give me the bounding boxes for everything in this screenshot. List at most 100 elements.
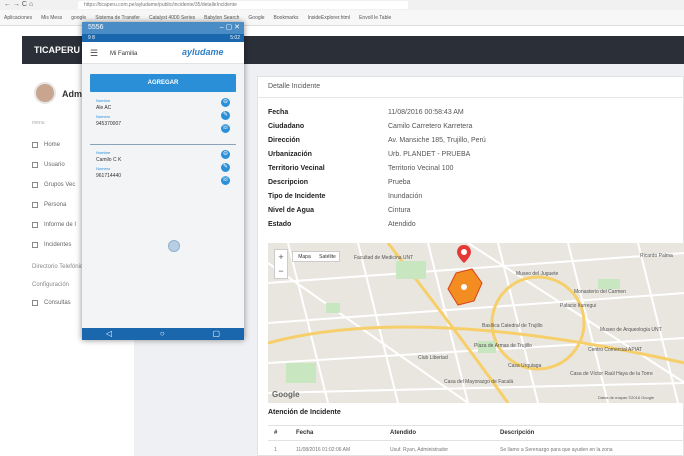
phone-app-title: Mi Familia [110,51,138,57]
map-type-map[interactable]: Mapa [293,252,316,261]
detail-label: Descripcion [268,179,309,186]
map-label: Palacio Iturregui [560,303,597,309]
phone-app-bar: ☰ Mi Familia ayludame [82,42,244,64]
sidebar-item-usuario[interactable]: Usuario [32,162,65,168]
phone-emulator-window[interactable]: 5556 – ▢ ✕ 9 8 5:02 ☰ Mi Familia ayludam… [82,22,244,340]
call-icon[interactable]: ☏ [221,124,230,133]
zoom-control[interactable]: + − [274,249,288,279]
bookmark-item[interactable]: InsideExplorer.html [308,15,351,21]
card-title: Detalle Incidente [268,83,321,90]
emulator-titlebar[interactable]: 5556 – ▢ ✕ [82,22,244,34]
bookmark-item[interactable]: Babylon Search [204,15,239,21]
emulator-title: 5556 [88,24,104,31]
field-value: 961714440 [96,173,122,179]
map-label: Monasterio del Carmen [574,289,626,295]
field-key: Nombre [96,150,111,155]
add-button[interactable]: AGREGAR [90,74,236,92]
sidebar-item-label: Usuario [44,162,65,168]
detail-row: Urbanización Urb. PLANDET - PRUEBA [268,151,678,163]
detail-value: Atendido [388,221,416,228]
touch-cursor-icon [168,240,180,252]
edit-icon[interactable]: ✎ [221,111,230,120]
folder-icon [32,300,38,306]
bookmark-item[interactable]: google [71,15,86,21]
detail-value: 11/08/2016 00:58:43 AM [388,109,464,116]
folder-icon [32,182,38,188]
bookmark-item[interactable]: Envoll le Table [359,15,391,21]
bookmark-item[interactable]: Sistema de Transfer [95,15,140,21]
detail-row: Territorio Vecinal Territorio Vecinal 100 [268,165,678,177]
bookmark-item[interactable]: Mis Mess [41,15,62,21]
hamburger-menu-icon[interactable]: ☰ [90,48,98,59]
list-item: Nombre Camilo C K Numero 961714440 ⊖ ✎ ☏ [90,150,236,196]
zoom-in-button[interactable]: + [275,250,287,264]
status-time: 5:02 [230,35,240,41]
edit-icon[interactable]: ✎ [221,163,230,172]
detail-value: Cintura [388,207,411,214]
table-cell: Se llamo a Serenazgo para que ayuden en … [500,447,613,453]
field-key: Nombre [96,98,111,103]
sidebar-item-persona[interactable]: Persona [32,202,66,208]
map-type-satellite[interactable]: Satélite [316,252,339,261]
column-header: # [274,430,278,436]
map-label: Basílica Catedral de Trujillo [482,323,543,329]
table-cell: 1 [274,447,277,453]
map-label: Casa de Víctor Raúl Haya de la Torre [570,371,653,377]
left-margin [0,26,22,456]
column-header: Fecha [296,430,314,436]
sidebar-item-incidentes[interactable]: Incidentes [32,242,71,248]
detail-label: Nivel de Agua [268,207,315,214]
map-label: Museo del Juguete [516,271,559,277]
delete-icon[interactable]: ⊖ [221,150,230,159]
table-cell: Usuf. Ryan, Administrador [390,447,449,453]
home-circle-icon[interactable]: ○ [160,328,165,340]
field-value: 945370007 [96,121,122,127]
table-row: 1 11/08/2016 01:02:06 AM Usuf. Ryan, Adm… [268,443,684,456]
map-label: Museo de Arqueología UNT [600,327,662,333]
field-value: Ale AC [96,105,112,111]
sidebar-section-configuracion[interactable]: Configuración [32,282,69,288]
bookmark-item[interactable]: Aplicaciones [4,15,32,21]
ayludame-logo: ayludame [182,47,224,57]
sidebar-item-grupos[interactable]: Grupos Vec [32,182,75,188]
bookmark-item[interactable]: Google [248,15,264,21]
call-icon[interactable]: ☏ [221,176,230,185]
address-bar[interactable]: https://ticaperu.com.pe/ayludame/public/… [78,1,408,9]
zoom-out-button[interactable]: − [275,264,287,278]
browser-nav-icons[interactable]: ← → C ⌂ [4,0,33,10]
detail-label: Urbanización [268,151,312,158]
sidebar-item-consultas[interactable]: Consultas [32,300,71,306]
phone-nav-bar: ◁ ○ ▢ [82,328,244,340]
detail-row: Dirección Av. Mansiche 185, Trujillo, Per… [268,137,678,149]
attention-table-header: # Fecha Atendido Descripción [268,425,684,441]
recents-icon[interactable]: ▢ [213,328,221,340]
map-marker-icon[interactable] [457,245,471,263]
brand-logo[interactable]: TICAPERU [34,45,80,55]
sidebar-item-label: Home [44,142,61,148]
sidebar-item-label: Incidentes [44,242,72,248]
phone-status-bar: 9 8 5:02 [82,34,244,42]
window-controls-icon[interactable]: – ▢ ✕ [220,22,240,34]
map-label: Ricardo Palma [640,253,673,259]
field-key: Numero [96,166,111,171]
sidebar-item-home[interactable]: Home [32,142,60,148]
detail-value: Av. Mansiche 185, Trujillo, Perú [388,137,486,144]
detail-label: Fecha [268,109,289,116]
sidebar-section-directorio[interactable]: Directorio Telefónico [32,264,86,270]
delete-icon[interactable]: ⊖ [221,98,230,107]
phone-body: AGREGAR Nombre Ale AC Numero 945370007 ⊖… [82,64,244,328]
folder-icon [32,222,38,228]
detail-label: Tipo de Incidente [268,193,326,200]
back-icon[interactable]: ◁ [106,328,112,340]
sidebar-item-informe[interactable]: Informe de I [32,222,76,228]
map-type-toggle[interactable]: Mapa Satélite [292,251,340,262]
bookmark-item[interactable]: Catalyst 4000 Series [149,15,195,21]
bookmark-item[interactable]: Bookmarks [274,15,299,21]
incident-map[interactable]: + − Mapa Satélite Facultad de Medicina U… [268,243,684,403]
folder-icon [32,202,38,208]
detail-value: Urb. PLANDET - PRUEBA [388,151,471,158]
detail-row: Estado Atendido [268,221,678,233]
status-left: 9 8 [88,35,95,41]
detail-row: Tipo de Incidente Inundación [268,193,678,205]
attention-title: Atención de Incidente [268,409,341,416]
